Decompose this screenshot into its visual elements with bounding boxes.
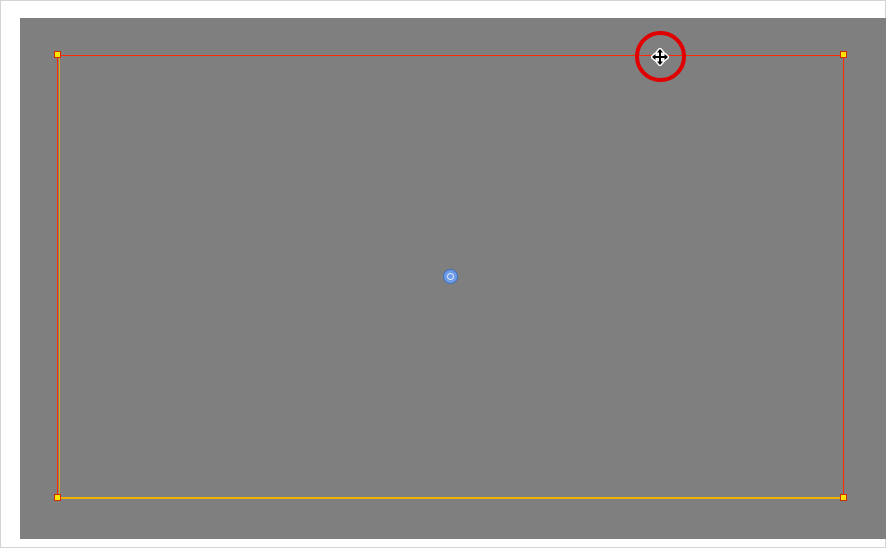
resize-handle-top-left[interactable] [54, 51, 61, 58]
resize-handle-bottom-right[interactable] [840, 494, 847, 501]
selection-edge-highlight [58, 497, 843, 499]
move-cursor-icon [651, 48, 669, 66]
pivot-point[interactable] [443, 269, 458, 284]
resize-handle-top-right[interactable] [840, 51, 847, 58]
selection-edge-highlight-left [59, 56, 60, 497]
resize-handle-bottom-left[interactable] [54, 494, 61, 501]
